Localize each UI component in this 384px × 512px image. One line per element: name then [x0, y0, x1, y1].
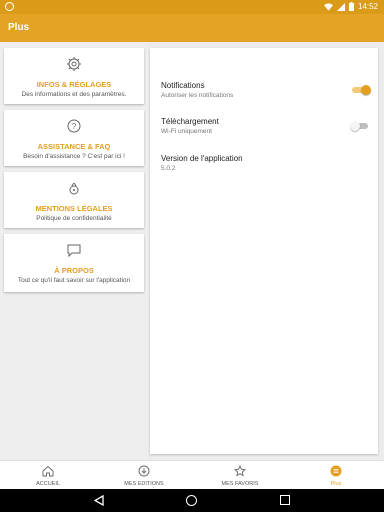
- star-icon: [233, 464, 247, 477]
- gear-icon: [67, 57, 81, 71]
- menu-item-mentions[interactable]: MENTIONS LÉGALES Politique de confidenti…: [4, 172, 144, 228]
- setting-title: Notifications: [161, 81, 205, 90]
- nav-label: ACCUEIL: [36, 481, 60, 487]
- settings-panel: Notifications Autoriser les notification…: [150, 48, 378, 454]
- menu-panel: INFOS & RÉGLAGES Des informations et des…: [0, 42, 148, 460]
- legal-icon: [69, 183, 79, 195]
- menu-item-title: INFOS & RÉGLAGES: [36, 80, 112, 89]
- setting-telechargement[interactable]: Téléchargement Wi-Fi uniquement: [161, 117, 368, 135]
- page-title: Plus: [8, 22, 30, 33]
- setting-subtitle: Wi-Fi uniquement: [161, 128, 212, 135]
- setting-notifications[interactable]: Notifications Autoriser les notification…: [161, 81, 371, 99]
- app-version: 5.0.2: [161, 165, 176, 172]
- menu-icon: [330, 465, 342, 477]
- nav-label: Plus: [330, 481, 342, 487]
- menu-item-subtitle: Politique de confidentialité: [36, 215, 112, 222]
- menu-item-infos[interactable]: INFOS & RÉGLAGES Des informations et des…: [4, 48, 144, 104]
- chat-bubble-icon: [67, 244, 81, 258]
- setting-version: Version de l'application 5.0.2: [161, 154, 368, 172]
- system-nav-bar: [0, 489, 384, 512]
- menu-item-subtitle: Des informations et des paramètres.: [21, 91, 127, 98]
- menu-item-apropos[interactable]: À PROPOS Tout ce qu'il faut savoir sur l…: [4, 234, 144, 292]
- setting-title: Téléchargement: [161, 117, 219, 126]
- setting-subtitle: Autoriser les notifications: [161, 92, 234, 99]
- bottom-nav: ACCUEIL MES EDITIONS MES FAVORIS Plus: [0, 460, 384, 490]
- home-icon: [42, 465, 54, 477]
- back-icon[interactable]: [94, 495, 104, 506]
- recent-apps-icon[interactable]: [280, 495, 290, 505]
- notifications-toggle[interactable]: [352, 85, 371, 95]
- nav-mes-editions[interactable]: MES EDITIONS: [96, 461, 192, 490]
- signal-icon: [336, 2, 345, 11]
- nav-mes-favoris[interactable]: MES FAVORIS: [192, 461, 288, 490]
- battery-icon: [348, 2, 354, 11]
- menu-item-subtitle: Besoin d'assistance ? C'est par ici !: [23, 153, 125, 160]
- app-bar: Plus: [0, 14, 384, 42]
- nav-accueil[interactable]: ACCUEIL: [0, 461, 96, 490]
- help-icon: ?: [67, 119, 81, 133]
- status-time: 14:52: [357, 2, 378, 11]
- nav-label: MES EDITIONS: [124, 481, 164, 487]
- home-button-icon[interactable]: [186, 495, 197, 506]
- status-bar: 14:52: [0, 0, 384, 14]
- menu-item-subtitle: Tout ce qu'il faut savoir sur l'applicat…: [17, 277, 131, 284]
- wifi-only-toggle[interactable]: [350, 121, 368, 131]
- nav-label: MES FAVORIS: [221, 481, 259, 487]
- wifi-icon: [323, 2, 333, 11]
- menu-item-title: ASSISTANCE & FAQ: [37, 142, 111, 151]
- menu-item-title: MENTIONS LÉGALES: [35, 204, 113, 213]
- setting-title: Version de l'application: [161, 154, 243, 163]
- nav-plus[interactable]: Plus: [288, 461, 384, 490]
- notification-icon: [5, 2, 14, 11]
- svg-text:?: ?: [72, 122, 77, 131]
- download-icon: [138, 465, 150, 477]
- menu-item-assistance[interactable]: ? ASSISTANCE & FAQ Besoin d'assistance ?…: [4, 110, 144, 166]
- menu-item-title: À PROPOS: [54, 266, 94, 275]
